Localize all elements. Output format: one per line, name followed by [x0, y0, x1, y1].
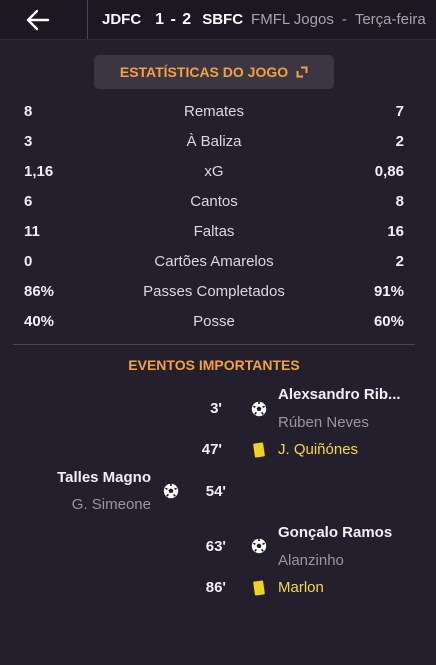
open-external-icon	[296, 66, 308, 78]
event-minute: 47'	[201, 441, 222, 458]
events-title: EVENTOS IMPORTANTES	[128, 357, 300, 373]
stat-label: Cartões Amarelos	[154, 252, 274, 270]
match-page: JDFC 1 - 2 SBFC FMFL Jogos - Terça-feira…	[0, 0, 436, 665]
stat-row-passes: 86% Passes Completados 91%	[24, 280, 404, 302]
stat-away-value: 8	[395, 192, 404, 210]
stat-away-value: 60%	[373, 312, 404, 330]
away-team-abbr[interactable]: SBFC	[202, 11, 243, 28]
event-minute: 63'	[205, 538, 226, 555]
stat-label: xG	[204, 162, 224, 180]
stat-row-yellow-cards: 0 Cartões Amarelos 2	[24, 250, 404, 272]
stat-row-xg: 1,16 xG 0,86	[24, 160, 404, 182]
stat-label: Remates	[183, 102, 245, 120]
stat-row-on-target: 3 À Baliza 2	[24, 130, 404, 152]
competition-name[interactable]: FMFL Jogos	[251, 11, 334, 28]
match-score: 1 - 2	[155, 10, 193, 28]
stat-home-value: 11	[24, 222, 40, 240]
match-stats-button[interactable]: ESTATÍSTICAS DO JOGO	[94, 55, 334, 89]
back-button[interactable]	[0, 0, 88, 39]
event-player[interactable]: J. Quiñónes	[278, 441, 358, 458]
match-header: JDFC 1 - 2 SBFC FMFL Jogos - Terça-feira	[0, 0, 436, 40]
stat-row-shots: 8 Remates 7	[24, 100, 404, 122]
football-icon	[163, 483, 179, 499]
stat-label: Cantos	[190, 192, 238, 210]
football-icon	[251, 401, 267, 417]
football-icon	[251, 538, 267, 554]
yellow-card-icon	[253, 580, 265, 596]
stat-home-value: 1,16	[24, 162, 54, 180]
yellow-card-icon	[253, 442, 265, 458]
event-player[interactable]: Gonçalo Ramos	[278, 524, 392, 541]
stat-away-value: 7	[395, 102, 404, 120]
stat-label: À Baliza	[186, 132, 242, 150]
stat-home-value: 6	[24, 192, 33, 210]
stat-away-value: 16	[387, 222, 404, 240]
event-minute: 54'	[205, 483, 226, 500]
stat-away-value: 0,86	[374, 162, 404, 180]
home-team-abbr[interactable]: JDFC	[102, 11, 141, 28]
stat-home-value: 8	[24, 102, 33, 120]
stat-row-fouls: 11 Faltas 16	[24, 220, 404, 242]
event-assist[interactable]: G. Simeone	[72, 496, 151, 513]
event-minute: 3'	[210, 400, 222, 417]
stat-label: Posse	[193, 312, 235, 330]
stat-away-value: 91%	[373, 282, 404, 300]
event-minute: 86'	[205, 579, 226, 596]
stat-away-value: 2	[395, 132, 404, 150]
stat-label: Passes Completados	[143, 282, 285, 300]
event-assist[interactable]: Alanzinho	[278, 552, 344, 569]
event-player[interactable]: Talles Magno	[57, 469, 151, 486]
stat-label: Faltas	[193, 222, 235, 240]
stat-away-value: 2	[395, 252, 404, 270]
stat-home-value: 0	[24, 252, 33, 270]
stat-home-value: 3	[24, 132, 33, 150]
stat-row-possession: 40% Posse 60%	[24, 310, 404, 332]
stat-row-corners: 6 Cantos 8	[24, 190, 404, 212]
event-assist[interactable]: Rúben Neves	[278, 414, 369, 431]
event-player[interactable]: Marlon	[278, 579, 324, 596]
header-separator: -	[341, 11, 347, 28]
match-stats-button-label: ESTATÍSTICAS DO JOGO	[119, 64, 289, 80]
arrow-left-icon	[26, 9, 50, 30]
stat-home-value: 40%	[24, 312, 55, 330]
match-day: Terça-feira	[354, 11, 426, 28]
event-player[interactable]: Alexsandro Rib...	[278, 386, 401, 403]
section-divider	[13, 344, 415, 345]
stat-home-value: 86%	[24, 282, 55, 300]
